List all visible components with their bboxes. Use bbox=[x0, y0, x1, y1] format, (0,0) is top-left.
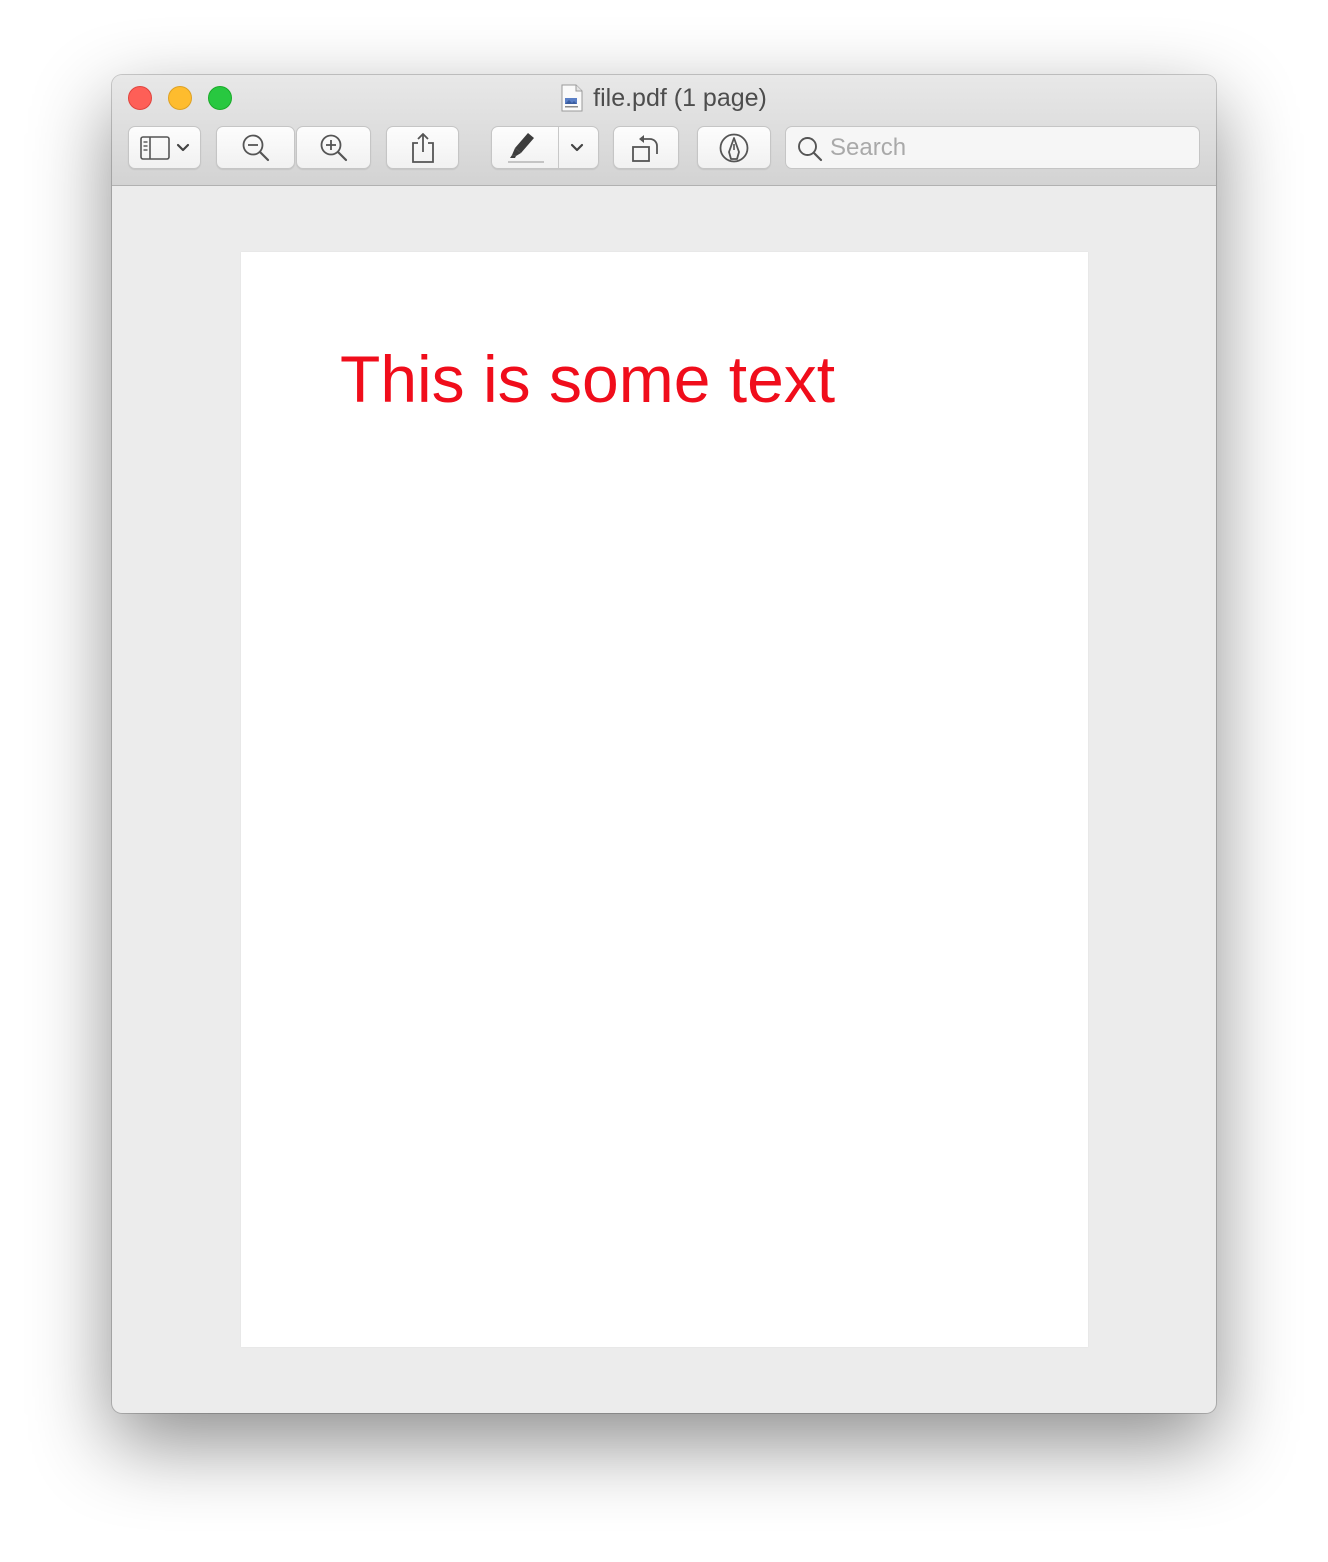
share-icon bbox=[410, 132, 436, 164]
sidebar-icon bbox=[139, 135, 170, 160]
pdf-document-icon[interactable] bbox=[561, 84, 583, 112]
titlebar[interactable]: file.pdf (1 page) bbox=[112, 75, 1216, 186]
window-title-text: file.pdf (1 page) bbox=[593, 84, 767, 112]
rotate-button[interactable] bbox=[613, 126, 679, 169]
sidebar-button[interactable] bbox=[128, 126, 201, 169]
pdf-page[interactable]: This is some text bbox=[241, 252, 1088, 1347]
zoom-out-button[interactable] bbox=[216, 126, 295, 169]
markup-pen-icon bbox=[718, 132, 750, 164]
zoom-in-button[interactable] bbox=[296, 126, 371, 169]
zoom-in-icon bbox=[319, 133, 349, 163]
markup-button[interactable] bbox=[697, 126, 771, 169]
zoom-out-icon bbox=[241, 133, 271, 163]
rotate-left-icon bbox=[630, 132, 662, 164]
highlight-button-group bbox=[491, 126, 599, 169]
segment-divider bbox=[558, 127, 559, 168]
highlight-options-chevron-down-icon[interactable] bbox=[570, 143, 584, 153]
window-title: file.pdf (1 page) bbox=[112, 83, 1216, 113]
search-input[interactable] bbox=[830, 127, 1190, 168]
search-field[interactable] bbox=[785, 126, 1200, 169]
search-icon bbox=[797, 136, 823, 167]
document-text: This is some text bbox=[340, 342, 836, 416]
share-button[interactable] bbox=[386, 126, 459, 169]
highlighter-icon[interactable] bbox=[506, 131, 546, 165]
preview-window: file.pdf (1 page) Search This is some te… bbox=[112, 75, 1216, 1413]
chevron-down-icon bbox=[176, 143, 190, 153]
